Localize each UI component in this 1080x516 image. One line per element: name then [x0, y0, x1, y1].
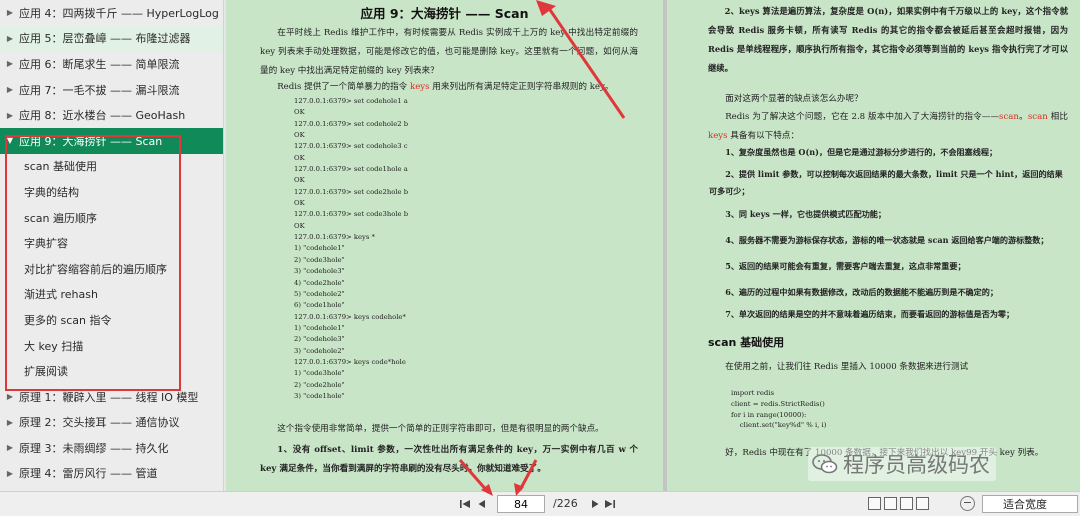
outline-subitem[interactable]: 扩展阅读: [0, 358, 223, 384]
outline-item-label: scan 遍历顺序: [24, 211, 97, 225]
pdf-reader-window: ▶ 应用 4：四两拨千斤 —— HyperLogLog ▶ 应用 5：层峦叠嶂 —— …: [0, 0, 1080, 516]
outline-subitem[interactable]: 大 key 扫描: [0, 333, 223, 359]
outline-item[interactable]: ▶ 应用 4：四两拨千斤 —— HyperLogLog: [0, 0, 223, 26]
paragraph-1: 在平时线上 Redis 维护工作中，有时候需要从 Redis 实例成千上万的 k…: [260, 28, 638, 76]
paragraph-2-text: Redis 提供了一个简单暴力的指令: [277, 82, 410, 92]
outline-item-label: 字典扩容: [24, 237, 68, 251]
outline-item[interactable]: ▶ 原理 4：雷厉风行 —— 管道: [0, 461, 223, 487]
outline-item-label: 应用 8：近水楼台 —— GeoHash: [19, 109, 186, 123]
outline-item-label: 更多的 scan 指令: [24, 313, 112, 327]
page-right: 2、keys 算法是遍历算法，复杂度是 O(n)，如果实例中有千万级以上的 ke…: [667, 0, 1080, 491]
outline-sidebar: ▶ 应用 4：四两拨千斤 —— HyperLogLog ▶ 应用 5：层峦叠嶂 —— …: [0, 0, 224, 491]
outline-subitem[interactable]: scan 基础使用: [0, 154, 223, 180]
outline-item-label: 渐进式 rehash: [24, 288, 98, 302]
keys-keyword-2: keys: [708, 131, 728, 141]
outline-item-label: 原理 3：未雨绸缪 —— 持久化: [19, 441, 169, 455]
outline-item[interactable]: ▶ 原理 3：未雨绸缪 —— 持久化: [0, 435, 223, 461]
scan-intro-post: 相比: [1047, 112, 1068, 122]
outline-item[interactable]: ▼ 应用 9：大海捞针 —— Scan: [0, 127, 223, 154]
expand-arrow-icon[interactable]: ▶: [3, 8, 17, 17]
feature-list-item: 2、提供 limit 参数，可以控制每次返回结果的最大条数，limit 只是一个…: [709, 169, 1063, 196]
first-page-icon[interactable]: [458, 497, 472, 511]
watermark: 程序员高级码农: [808, 447, 996, 481]
outline-item[interactable]: ▶ 应用 7：一毛不拔 —— 漏斗限流: [0, 77, 223, 103]
paragraph-scan-intro: Redis 为了解决这个问题，它在 2.8 版本中加入了大海捞针的指令——sca…: [708, 108, 1068, 146]
section-heading: scan 基础使用: [708, 336, 785, 349]
keys-keyword: keys: [410, 82, 430, 92]
zoom-out-button[interactable]: −: [960, 496, 975, 511]
expand-arrow-icon[interactable]: ▶: [3, 59, 17, 68]
outline-item-label: 原理 1：鞭辟入里 —— 线程 IO 模型: [19, 390, 199, 404]
code-block: 127.0.0.1:6379> set codehole1 a OK 127.0…: [294, 97, 409, 400]
next-page-icon[interactable]: [588, 497, 602, 511]
last-page-icon[interactable]: [603, 497, 617, 511]
outline-item-label: 应用 5：层峦叠嶂 —— 布隆过滤器: [19, 32, 191, 46]
expand-arrow-icon[interactable]: ▶: [3, 392, 17, 401]
outline-item[interactable]: ▶ 应用 5：层峦叠嶂 —— 布隆过滤器: [0, 25, 223, 52]
single-page-view-icon[interactable]: [868, 497, 881, 510]
scan-keyword-1: scan: [999, 112, 1019, 122]
document-viewer: 应用 9：大海捞针 —— Scan 在平时线上 Redis 维护工作中，有时候需…: [226, 0, 1080, 491]
feature-list-item: 4、服务器不需要为游标保存状态，游标的唯一状态就是 scan 返回给客户端的游标…: [725, 235, 1049, 245]
expand-arrow-icon[interactable]: ▶: [3, 443, 17, 452]
outline-item-label: scan 基础使用: [24, 160, 97, 174]
expand-arrow-icon[interactable]: ▶: [3, 111, 17, 120]
two-page-continuous-view-icon[interactable]: [916, 497, 929, 510]
paragraph-2-text-end: 用来列出所有满足特定正则字符串规则的 key。: [429, 82, 614, 92]
scan-intro-end: 具备有以下特点：: [727, 131, 800, 141]
outline-item-label: 原理 4：雷厉风行 —— 管道: [19, 467, 158, 481]
python-code-block: import redis client = redis.StrictRedis(…: [731, 389, 827, 430]
scan-intro-mid: 。: [1018, 112, 1028, 122]
prev-page-icon[interactable]: [475, 497, 489, 511]
paragraph-3: 这个指令使用非常简单，提供一个简单的正则字符串即可，但是有很明显的两个缺点。: [277, 424, 604, 434]
outline-item-label: 字典的结构: [24, 185, 79, 199]
scan-keyword-2: scan: [1027, 112, 1048, 122]
outline-item-label: 大 key 扫描: [24, 339, 84, 353]
feature-list-item: 3、同 keys 一样，它也提供模式匹配功能；: [725, 209, 886, 219]
outline-item-label: 应用 7：一毛不拔 —— 漏斗限流: [19, 83, 180, 97]
outline-item-label: 应用 4：四两拨千斤 —— HyperLogLog: [19, 6, 219, 20]
outline-item-label: 应用 9：大海捞针 —— Scan: [19, 134, 163, 148]
outline-subitem[interactable]: 更多的 scan 指令: [0, 307, 223, 333]
outline-item-label: 应用 6：断尾求生 —— 简单限流: [19, 57, 180, 71]
feature-list-item: 1、复杂度虽然也是 O(n)，但是它是通过游标分步进行的，不会阻塞线程；: [725, 147, 998, 157]
outline-item[interactable]: ▶ 原理 1：鞭辟入里 —— 线程 IO 模型: [0, 384, 223, 410]
watermark-text: 程序员高级码农: [843, 453, 990, 477]
paragraph-keys-drawback-2: 2、keys 算法是遍历算法，复杂度是 O(n)，如果实例中有千万级以上的 ke…: [708, 6, 1068, 73]
paragraph-question: 面对这两个显著的缺点该怎么办呢？: [725, 94, 863, 104]
expand-arrow-icon[interactable]: ▶: [3, 85, 17, 94]
paragraph-4: 1、没有 offset、limit 参数，一次性吐出所有满足条件的 key，万一…: [260, 445, 638, 474]
outline-subitem[interactable]: scan 遍历顺序: [0, 205, 223, 231]
bottom-toolbar: /226 − 适合宽度: [0, 459, 1080, 516]
outline-item-label: 对比扩容缩容前后的遍历顺序: [24, 262, 167, 276]
collapse-arrow-icon[interactable]: ▼: [3, 136, 17, 145]
expand-arrow-icon[interactable]: ▶: [3, 469, 17, 478]
outline-item[interactable]: ▶ 应用 8：近水楼台 —— GeoHash: [0, 102, 223, 128]
page-title: 应用 9：大海捞针 —— Scan: [360, 6, 529, 21]
outline-subitem[interactable]: 字典的结构: [0, 179, 223, 205]
feature-list-item: 7、单次返回的结果是空的并不意味着遍历结束，而要看返回的游标值是否为零；: [725, 309, 1015, 319]
outline-subitem[interactable]: 渐进式 rehash: [0, 282, 223, 308]
outline-item[interactable]: ▶ 应用 6：断尾求生 —— 简单限流: [0, 51, 223, 77]
paragraph-2: Redis 提供了一个简单暴力的指令 keys 用来列出所有满足特定正则字符串规…: [260, 78, 638, 97]
outline-item[interactable]: ▶ 原理 2：交头接耳 —— 通信协议: [0, 410, 223, 436]
scan-intro-text: Redis 为了解决这个问题，它在 2.8 版本中加入了大海捞针的指令——: [725, 112, 1000, 122]
page-number-input[interactable]: [497, 495, 545, 513]
outline-tree: ▶ 应用 4：四两拨千斤 —— HyperLogLog ▶ 应用 5：层峦叠嶂 —— …: [0, 0, 223, 486]
feature-list-item: 5、返回的结果可能会有重复，需要客户端去重复，这点非常重要；: [725, 261, 966, 271]
zoom-select[interactable]: 适合宽度: [982, 495, 1078, 513]
outline-item-label: 原理 2：交头接耳 —— 通信协议: [19, 416, 180, 430]
two-page-view-icon[interactable]: [900, 497, 913, 510]
page-left: 应用 9：大海捞针 —— Scan 在平时线上 Redis 维护工作中，有时候需…: [226, 0, 663, 491]
continuous-view-icon[interactable]: [884, 497, 897, 510]
outline-subitem[interactable]: 字典扩容: [0, 230, 223, 256]
expand-arrow-icon[interactable]: ▶: [3, 418, 17, 427]
outline-subitem[interactable]: 对比扩容缩容前后的遍历顺序: [0, 256, 223, 282]
expand-arrow-icon[interactable]: ▶: [3, 34, 17, 43]
wechat-icon: [812, 454, 838, 474]
page-total: /226: [553, 497, 578, 510]
feature-list-item: 6、遍历的过程中如果有数据修改，改动后的数据能不能遍历到是不确定的；: [725, 287, 998, 297]
paragraph-test-data: 在使用之前，让我们往 Redis 里插入 10000 条数据来进行测试: [725, 362, 969, 372]
outline-item-label: 扩展阅读: [24, 365, 68, 379]
